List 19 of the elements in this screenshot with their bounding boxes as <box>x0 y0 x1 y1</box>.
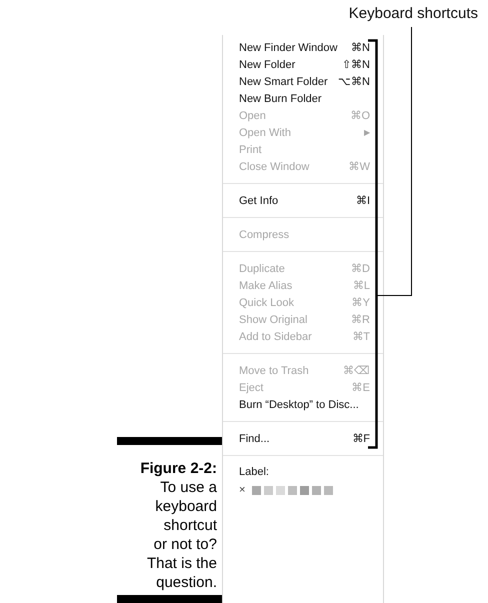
menu-item[interactable]: New Folder ⇧⌘N <box>223 56 383 73</box>
label-swatch[interactable] <box>252 486 262 494</box>
menu-item[interactable]: New Finder Window ⌘N <box>223 39 383 56</box>
figure-number: Figure 2-2: <box>140 459 217 478</box>
label-swatch[interactable] <box>264 486 274 494</box>
menu-item[interactable]: Burn “Desktop” to Disc... <box>223 396 383 413</box>
label-swatch[interactable] <box>324 486 334 494</box>
menu-item[interactable]: Find... ⌘F <box>223 430 383 447</box>
label-swatch[interactable] <box>300 486 310 494</box>
label-swatch[interactable] <box>312 486 322 494</box>
label-swatch[interactable] <box>276 486 286 494</box>
menu-item[interactable]: New Smart Folder ⌥⌘N <box>223 73 383 90</box>
menu-item[interactable]: New Burn Folder <box>223 90 383 107</box>
callout-label: Keyboard shortcuts <box>348 4 478 23</box>
menu-item[interactable]: Get Info ⌘I <box>223 192 383 209</box>
clear-label-button[interactable]: × <box>239 484 246 496</box>
label-swatch[interactable] <box>288 486 298 494</box>
label-heading: Label: <box>238 465 270 480</box>
figure-caption: To use a keyboard shortcut or not to? That is the question. <box>146 478 217 592</box>
